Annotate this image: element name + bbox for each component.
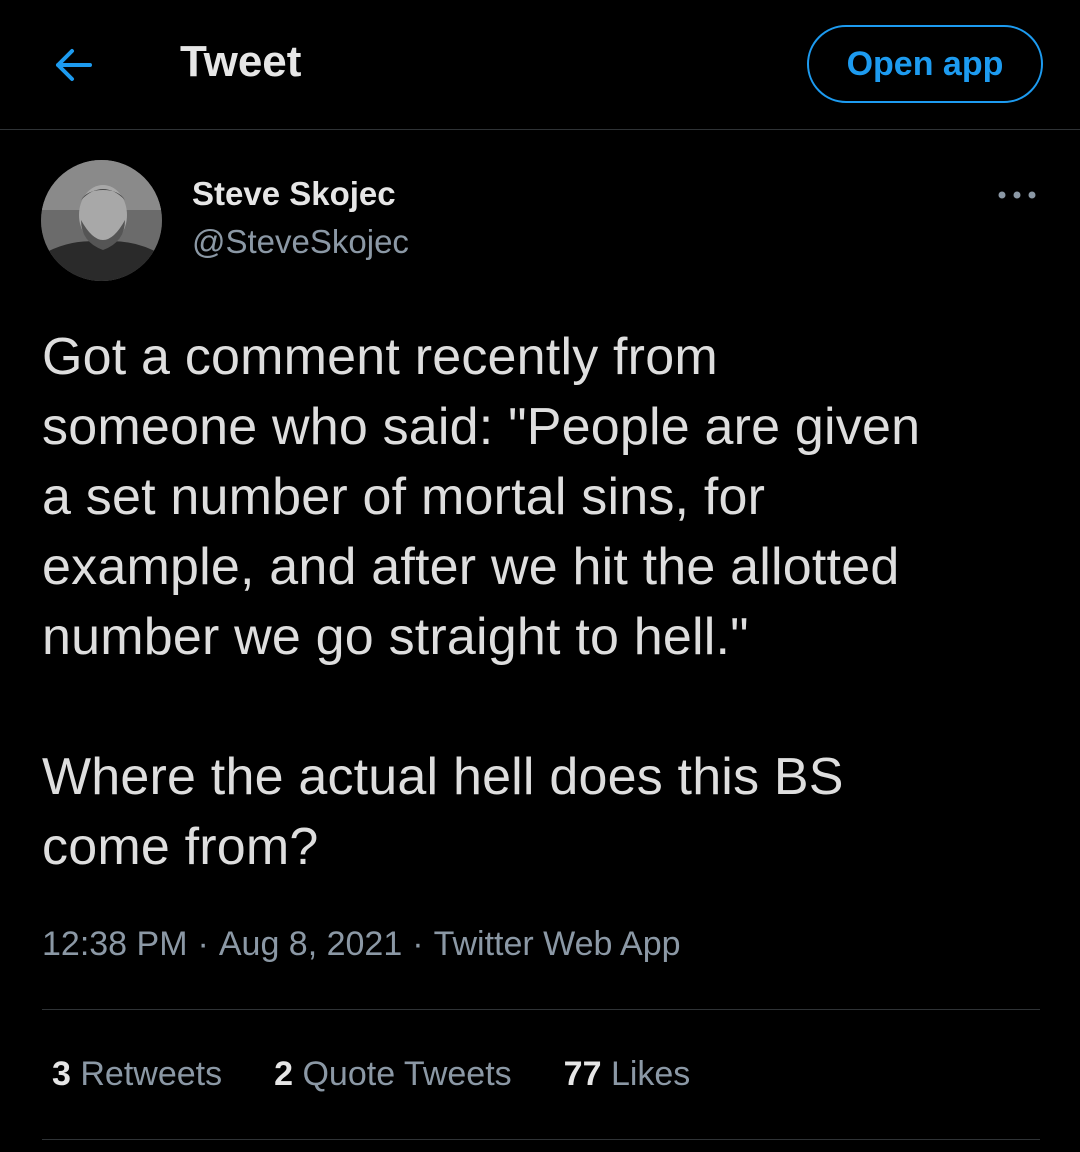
avatar[interactable]	[41, 160, 162, 281]
page-title: Tweet	[180, 37, 302, 86]
retweets-label: Retweets	[80, 1055, 223, 1093]
tweet-metadata: 12:38 PM · Aug 8, 2021 · Twitter Web App	[42, 922, 681, 966]
quote-tweets-stat[interactable]: 2 Quote Tweets	[274, 1052, 512, 1096]
author-handle[interactable]: @SteveSkojec	[192, 222, 409, 262]
tweet-text: Got a comment recently from someone who …	[42, 328, 921, 876]
more-horizontal-icon	[998, 191, 1036, 199]
tweet-date[interactable]: Aug 8, 2021	[219, 925, 402, 963]
likes-count: 77	[563, 1055, 602, 1093]
quotes-count: 2	[274, 1055, 294, 1093]
divider	[42, 1009, 1040, 1010]
divider	[42, 1139, 1040, 1140]
open-app-button[interactable]: Open app	[807, 25, 1043, 103]
likes-stat[interactable]: 77 Likes	[564, 1052, 691, 1096]
meta-separator: ·	[197, 925, 209, 963]
engagement-stats: 3 Retweets 2 Quote Tweets 77 Likes	[52, 1052, 742, 1096]
meta-separator: ·	[412, 925, 424, 963]
likes-label: Likes	[610, 1055, 691, 1093]
retweets-stat[interactable]: 3 Retweets	[52, 1052, 222, 1096]
top-bar: Tweet Open app	[0, 0, 1080, 130]
author-name[interactable]: Steve Skojec	[192, 174, 396, 214]
back-button[interactable]	[46, 40, 102, 90]
more-options-button[interactable]	[994, 180, 1040, 210]
avatar-image	[41, 160, 162, 281]
tweet-source[interactable]: Twitter Web App	[434, 925, 681, 963]
quotes-label: Quote Tweets	[302, 1055, 512, 1093]
retweets-count: 3	[52, 1055, 71, 1093]
tweet-time[interactable]: 12:38 PM	[42, 925, 188, 963]
arrow-left-icon	[56, 49, 92, 81]
